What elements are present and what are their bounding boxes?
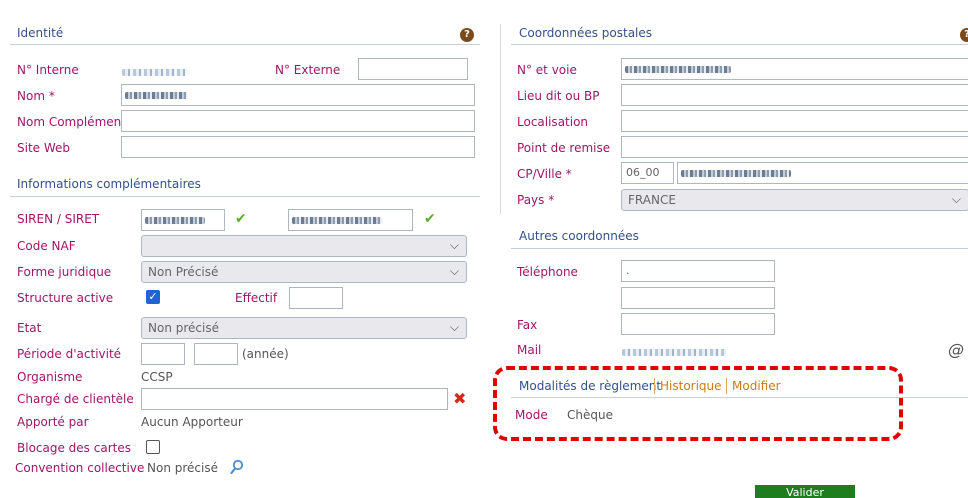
- charge-input[interactable]: [141, 388, 448, 410]
- effectif-input[interactable]: [289, 287, 343, 309]
- chevron-down-icon: ⌵: [951, 192, 961, 206]
- tab-separator: [654, 378, 655, 394]
- help-icon[interactable]: ?: [460, 28, 474, 42]
- search-icon[interactable]: [230, 459, 244, 478]
- divider: [511, 44, 968, 45]
- site-web-label: Site Web: [17, 141, 71, 155]
- fax-label: Fax: [517, 318, 538, 332]
- section-title-infos: Informations complémentaires: [17, 177, 201, 191]
- chevron-down-icon: ⌵: [449, 238, 459, 252]
- structure-active-label: Structure active: [17, 291, 114, 305]
- n-interne-value: [122, 65, 188, 79]
- nom-input[interactable]: [121, 84, 475, 106]
- divider: [10, 196, 480, 197]
- cp-input[interactable]: 06_00: [621, 162, 674, 184]
- localisation-input[interactable]: [621, 110, 968, 132]
- organisme-label: Organisme: [17, 370, 83, 384]
- nom-complement-label: Nom Complément: [17, 115, 126, 129]
- localisation-label: Localisation: [517, 115, 589, 129]
- mail-value: [622, 345, 726, 359]
- etat-select[interactable]: Non précisé ⌵: [141, 317, 467, 339]
- telephone-2-input[interactable]: [621, 287, 775, 309]
- section-title-postales: Coordonnées postales: [519, 26, 653, 40]
- voie-label: N° et voie: [517, 63, 577, 77]
- mode-value: Chèque: [567, 408, 613, 422]
- fax-input[interactable]: [621, 313, 775, 335]
- cp-ville-label: CP/Ville *: [517, 167, 572, 181]
- siren-input[interactable]: [141, 209, 225, 231]
- telephone-label: Téléphone: [517, 265, 578, 279]
- highlight-box: [493, 366, 903, 441]
- convention-value: Non précisé: [147, 461, 218, 475]
- forme-juridique-select[interactable]: Non Précisé ⌵: [141, 261, 467, 283]
- nom-label: Nom *: [17, 89, 55, 103]
- pays-label: Pays *: [517, 193, 555, 207]
- pays-value: FRANCE: [628, 193, 676, 207]
- point-remise-label: Point de remise: [517, 141, 611, 155]
- chevron-down-icon: ⌵: [449, 320, 459, 334]
- section-title-identite: Identité: [17, 26, 64, 40]
- chevron-down-icon: ⌵: [449, 264, 459, 278]
- tab-separator: [726, 378, 727, 394]
- telephone-input[interactable]: .: [621, 260, 775, 282]
- divider: [511, 248, 968, 249]
- check-icon: ✔: [235, 211, 247, 227]
- check-icon: ✔: [424, 211, 436, 227]
- divider: [10, 44, 480, 45]
- structure-active-checkbox[interactable]: ✓: [146, 290, 160, 304]
- column-divider: [500, 24, 501, 214]
- blocage-checkbox[interactable]: [146, 440, 160, 454]
- valider-button[interactable]: Valider: [755, 485, 855, 498]
- code-naf-select[interactable]: ⌵: [141, 235, 467, 257]
- mail-at-icon[interactable]: @: [948, 340, 964, 359]
- voie-input[interactable]: [621, 58, 968, 80]
- divider: [511, 397, 968, 398]
- help-icon[interactable]: ?: [960, 28, 968, 42]
- annee-label: (année): [242, 347, 289, 361]
- etat-label: Etat: [17, 321, 42, 335]
- siret-input[interactable]: [288, 209, 413, 231]
- etat-value: Non précisé: [148, 321, 219, 335]
- n-interne-label: N° Interne: [17, 63, 79, 77]
- ville-input[interactable]: [677, 162, 968, 184]
- lieu-dit-input[interactable]: [621, 84, 968, 106]
- convention-label: Convention collective: [15, 461, 145, 475]
- periode-label: Période d'activité: [17, 347, 122, 361]
- periode-start-input[interactable]: [141, 343, 185, 365]
- mail-label: Mail: [517, 343, 542, 357]
- mode-label: Mode: [515, 408, 548, 422]
- effectif-label: Effectif: [235, 291, 278, 305]
- organisme-value: CCSP: [141, 370, 173, 384]
- periode-end-input[interactable]: [194, 343, 238, 365]
- n-externe-label: N° Externe: [275, 63, 341, 77]
- code-naf-label: Code NAF: [17, 239, 76, 253]
- clear-x-icon[interactable]: ✖: [453, 389, 466, 408]
- forme-juridique-label: Forme juridique: [17, 265, 112, 279]
- apporte-value: Aucun Apporteur: [141, 415, 243, 429]
- n-externe-input[interactable]: [358, 58, 468, 80]
- nom-complement-input[interactable]: [121, 110, 475, 132]
- tab-modalites[interactable]: Modalités de règlement: [519, 379, 661, 393]
- tab-modifier[interactable]: Modifier: [732, 379, 781, 393]
- charge-label: Chargé de clientèle: [17, 392, 134, 406]
- forme-juridique-value: Non Précisé: [148, 265, 219, 279]
- apporte-label: Apporté par: [17, 415, 89, 429]
- blocage-label: Blocage des cartes: [17, 441, 131, 455]
- point-remise-input[interactable]: [621, 136, 968, 158]
- siren-label: SIREN / SIRET: [17, 212, 100, 226]
- section-title-autres: Autres coordonnées: [519, 229, 639, 243]
- pays-select[interactable]: FRANCE ⌵: [621, 189, 968, 211]
- site-web-input[interactable]: [121, 136, 475, 158]
- lieu-dit-label: Lieu dit ou BP: [517, 89, 600, 103]
- tab-historique[interactable]: Historique: [660, 379, 722, 393]
